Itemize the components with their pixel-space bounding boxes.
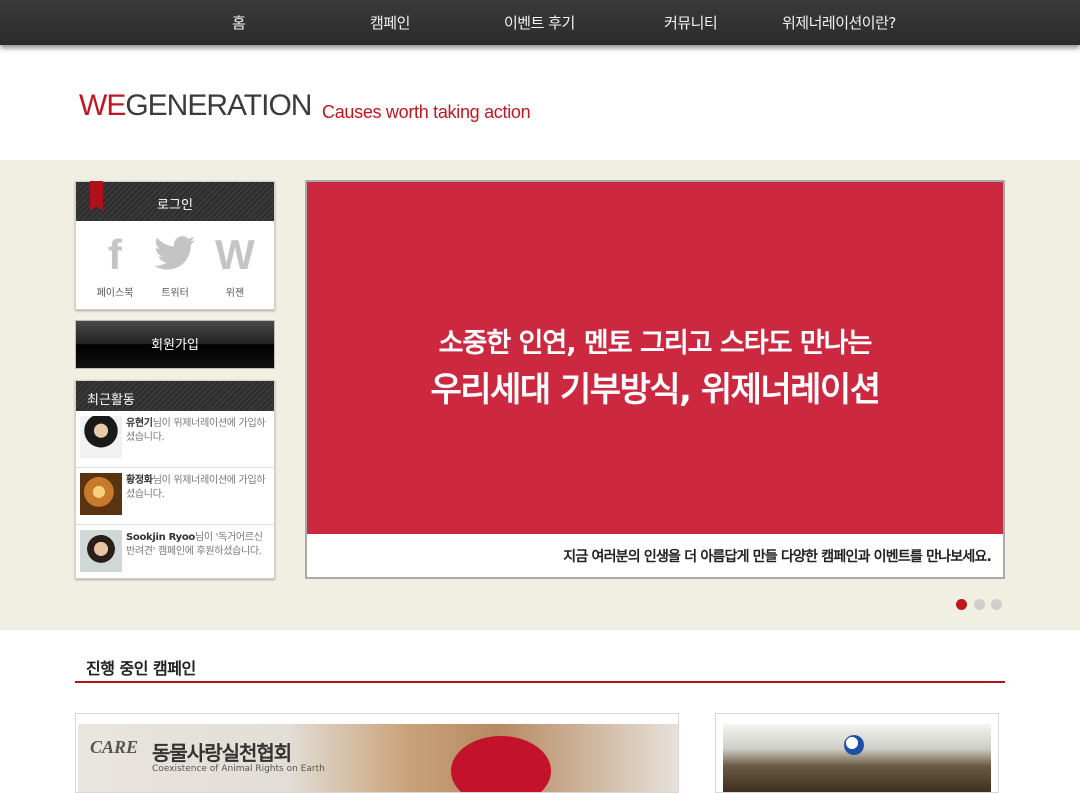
- avatar[interactable]: [80, 530, 122, 572]
- site-tagline: Causes worth taking action: [322, 102, 531, 122]
- slide-caption: 지금 여러분의 인생을 더 아름답게 만들 다양한 캠페인과 이벤트를 만나보세…: [563, 549, 992, 565]
- nav-campaign[interactable]: 캠페인: [370, 12, 410, 33]
- wegen-label: 위젠: [225, 288, 245, 299]
- avatar[interactable]: [80, 416, 122, 458]
- nav-event-review[interactable]: 이벤트 후기: [504, 12, 575, 33]
- wegen-icon: W: [215, 231, 255, 278]
- twitter-icon: [150, 234, 200, 276]
- slider-dot-3[interactable]: [991, 599, 1002, 610]
- logo-we: WE: [79, 89, 126, 122]
- slide-headline-2: 우리세대 기부방식, 위제너레이션: [430, 370, 881, 410]
- activity-item: 황정화님이 위제너레이션에 가입하셨습니다.: [76, 468, 274, 525]
- campaign-image-detail: [844, 735, 864, 755]
- nav-home[interactable]: 홈: [232, 12, 246, 33]
- twitter-login-button[interactable]: 트위터: [150, 234, 200, 299]
- recent-activity-title: 최근활동: [87, 393, 135, 408]
- activity-item: Sookjin Ryoo님이 '독거어르신 반려견' 캠페인에 후원하셨습니다.: [76, 525, 274, 578]
- hero-slider[interactable]: 소중한 인연, 멘토 그리고 스타도 만나는 우리세대 기부방식, 위제너레이션…: [305, 180, 1005, 579]
- signup-button[interactable]: 회원가입: [75, 320, 275, 369]
- slide-headline-1: 소중한 인연, 멘토 그리고 스타도 만나는: [438, 328, 873, 359]
- care-logo: CARE: [90, 737, 139, 757]
- activity-text: 유현기님이 위제너레이션에 가입하셨습니다.: [126, 417, 268, 444]
- activity-user[interactable]: Sookjin Ryoo: [126, 532, 195, 543]
- activity-text: Sookjin Ryoo님이 '독거어르신 반려견' 캠페인에 후원하셨습니다.: [126, 531, 268, 558]
- campaign-org-name-en: Coexistence of Animal Rights on Earth: [152, 764, 325, 774]
- campaign-image[interactable]: [723, 724, 991, 792]
- site-header: WEGENERATION Causes worth taking action: [0, 45, 1080, 160]
- wegen-login-button[interactable]: W 위젠: [210, 231, 260, 300]
- slider-dot-2[interactable]: [974, 599, 985, 610]
- campaign-card[interactable]: [715, 713, 999, 793]
- activity-user[interactable]: 유현기: [126, 418, 153, 429]
- section-divider: [75, 681, 1005, 683]
- facebook-label: 페이스북: [96, 288, 134, 299]
- nav-community[interactable]: 커뮤니티: [664, 12, 718, 33]
- activity-text: 황정화님이 위제너레이션에 가입하셨습니다.: [126, 474, 268, 501]
- activity-user[interactable]: 황정화: [126, 475, 153, 486]
- top-nav: 홈 캠페인 이벤트 후기 커뮤니티 위제너레이션이란?: [0, 0, 1080, 45]
- campaign-org-name: 동물사랑실천협회: [152, 741, 292, 765]
- slide-banner[interactable]: 소중한 인연, 멘토 그리고 스타도 만나는 우리세대 기부방식, 위제너레이션: [307, 182, 1003, 534]
- recent-activity-panel: 최근활동 유현기님이 위제너레이션에 가입하셨습니다. 황정화님이 위제너레이션…: [75, 380, 275, 579]
- login-title: 로그인: [157, 198, 193, 213]
- site-logo[interactable]: WEGENERATION: [79, 89, 312, 123]
- logo-generation: GENERATION: [125, 89, 312, 122]
- facebook-login-button[interactable]: f 페이스북: [90, 231, 140, 300]
- facebook-icon: f: [108, 231, 122, 278]
- slider-dot-1[interactable]: [956, 599, 967, 610]
- activity-item: 유현기님이 위제너레이션에 가입하셨습니다.: [76, 411, 274, 468]
- campaigns-section-title: 진행 중인 캠페인: [86, 659, 196, 678]
- nav-about[interactable]: 위제너레이션이란?: [782, 12, 896, 33]
- campaign-card[interactable]: CARE 동물사랑실천협회 Coexistence of Animal Righ…: [75, 713, 679, 793]
- login-panel: 로그인 f 페이스북 트위터 W 위젠: [75, 181, 275, 310]
- avatar[interactable]: [80, 473, 122, 515]
- twitter-label: 트위터: [161, 288, 189, 299]
